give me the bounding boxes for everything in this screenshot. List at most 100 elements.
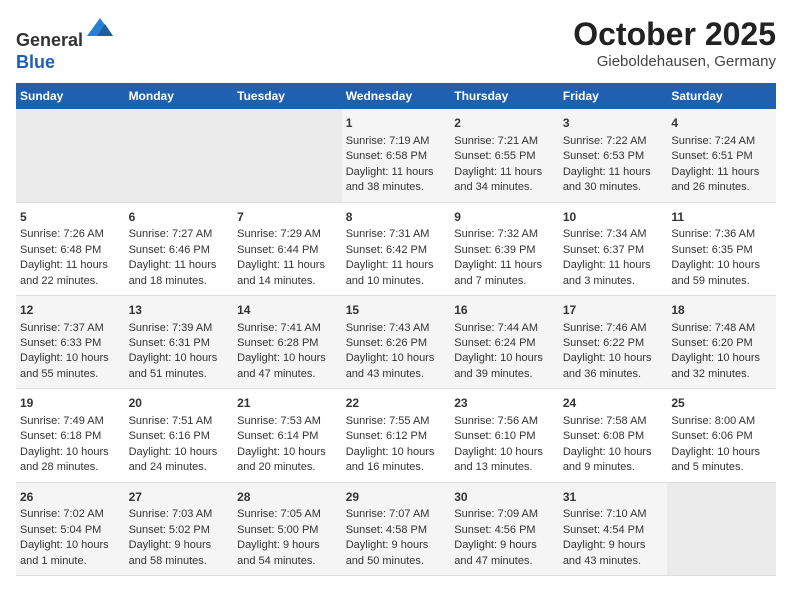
calendar-cell: 9 Sunrise: 7:32 AM Sunset: 6:39 PM Daylight… <box>450 202 559 295</box>
day-number: 30 <box>454 489 555 506</box>
daylight-text: Daylight: 10 hours and 24 minutes. <box>129 446 218 473</box>
sunrise-text: Sunrise: 7:26 AM <box>20 228 104 240</box>
sunrise-text: Sunrise: 7:43 AM <box>346 322 430 334</box>
calendar-cell: 30Sunrise: 7:09 AMSunset: 4:56 PMDayligh… <box>450 482 559 575</box>
sunrise-text: Sunrise: 7:24 AM <box>671 135 755 147</box>
calendar-cell: 7Sunrise: 7:29 AMSunset: 6:44 PMDaylight… <box>233 202 342 295</box>
daylight-text: Daylight: 10 hours and 32 minutes. <box>671 352 760 379</box>
day-number: 8 <box>346 209 447 226</box>
sunset-text: Sunset: 6:39 PM <box>454 244 535 256</box>
daylight-text: Daylight: 11 hours and 34 minutes. <box>454 166 542 193</box>
daylight-text: Daylight: 10 hours and 13 minutes. <box>454 446 543 473</box>
calendar-cell: 13Sunrise: 7:39 AMSunset: 6:31 PMDayligh… <box>125 295 234 388</box>
calendar-cell: 22Sunrise: 7:55 AMSunset: 6:12 PMDayligh… <box>342 389 451 482</box>
sunset-text: Sunset: 6:51 PM <box>671 150 752 162</box>
location: Gieboldehausen, Germany <box>573 53 776 70</box>
day-number: 17 <box>563 302 664 319</box>
calendar-cell: 1Sunrise: 7:19 AMSunset: 6:58 PMDaylight… <box>342 109 451 202</box>
calendar-week-row: 26Sunrise: 7:02 AMSunset: 5:04 PMDayligh… <box>16 482 776 575</box>
sunrise-text: Sunrise: 7:49 AM <box>20 415 104 427</box>
sunset-text: Sunset: 6:26 PM <box>346 337 427 349</box>
sunset-text: Sunset: 6:37 PM <box>563 244 644 256</box>
calendar-cell: 11Sunrise: 7:36 AMSunset: 6:35 PMDayligh… <box>667 202 776 295</box>
daylight-text: Daylight: 10 hours and 59 minutes. <box>671 259 760 286</box>
day-number: 2 <box>454 115 555 132</box>
sunrise-text: Sunrise: 7:32 AM <box>454 228 538 240</box>
sunset-text: Sunset: 6:12 PM <box>346 430 427 442</box>
calendar-table: SundayMondayTuesdayWednesdayThursdayFrid… <box>16 83 776 576</box>
daylight-text: Daylight: 11 hours and 7 minutes. <box>454 259 542 286</box>
sunrise-text: Sunrise: 7:21 AM <box>454 135 538 147</box>
sunrise-text: Sunrise: 7:34 AM <box>563 228 647 240</box>
daylight-text: Daylight: 11 hours and 14 minutes. <box>237 259 325 286</box>
daylight-text: Daylight: 9 hours and 54 minutes. <box>237 539 320 566</box>
logo-icon <box>85 16 115 46</box>
sunrise-text: Sunrise: 7:10 AM <box>563 508 647 520</box>
daylight-text: Daylight: 11 hours and 22 minutes. <box>20 259 108 286</box>
sunset-text: Sunset: 6:22 PM <box>563 337 644 349</box>
calendar-cell <box>125 109 234 202</box>
calendar-cell: 28Sunrise: 7:05 AMSunset: 5:00 PMDayligh… <box>233 482 342 575</box>
calendar-week-row: 19Sunrise: 7:49 AMSunset: 6:18 PMDayligh… <box>16 389 776 482</box>
calendar-cell: 26Sunrise: 7:02 AMSunset: 5:04 PMDayligh… <box>16 482 125 575</box>
daylight-text: Daylight: 11 hours and 26 minutes. <box>671 166 759 193</box>
sunrise-text: Sunrise: 8:00 AM <box>671 415 755 427</box>
calendar-cell: 17Sunrise: 7:46 AMSunset: 6:22 PMDayligh… <box>559 295 668 388</box>
weekday-header: Friday <box>559 83 668 109</box>
calendar-cell: 14Sunrise: 7:41 AMSunset: 6:28 PMDayligh… <box>233 295 342 388</box>
day-number: 6 <box>129 209 230 226</box>
day-number: 9 <box>454 209 555 226</box>
logo-general: General <box>16 30 83 50</box>
daylight-text: Daylight: 9 hours and 50 minutes. <box>346 539 429 566</box>
calendar-cell <box>16 109 125 202</box>
sunset-text: Sunset: 6:46 PM <box>129 244 210 256</box>
daylight-text: Daylight: 10 hours and 20 minutes. <box>237 446 326 473</box>
calendar-cell: 10Sunrise: 7:34 AMSunset: 6:37 PMDayligh… <box>559 202 668 295</box>
daylight-text: Daylight: 10 hours and 39 minutes. <box>454 352 543 379</box>
calendar-body: 1Sunrise: 7:19 AMSunset: 6:58 PMDaylight… <box>16 109 776 575</box>
day-number: 26 <box>20 489 121 506</box>
calendar-cell: 25Sunrise: 8:00 AMSunset: 6:06 PMDayligh… <box>667 389 776 482</box>
calendar-cell: 18Sunrise: 7:48 AMSunset: 6:20 PMDayligh… <box>667 295 776 388</box>
daylight-text: Daylight: 11 hours and 10 minutes. <box>346 259 434 286</box>
day-number: 27 <box>129 489 230 506</box>
calendar-week-row: 5Sunrise: 7:26 AMSunset: 6:48 PMDaylight… <box>16 202 776 295</box>
weekday-header: Sunday <box>16 83 125 109</box>
day-number: 28 <box>237 489 338 506</box>
calendar-cell: 3Sunrise: 7:22 AMSunset: 6:53 PMDaylight… <box>559 109 668 202</box>
calendar-cell: 5Sunrise: 7:26 AMSunset: 6:48 PMDaylight… <box>16 202 125 295</box>
sunset-text: Sunset: 6:58 PM <box>346 150 427 162</box>
sunset-text: Sunset: 6:10 PM <box>454 430 535 442</box>
sunset-text: Sunset: 4:56 PM <box>454 524 535 536</box>
sunset-text: Sunset: 6:44 PM <box>237 244 318 256</box>
sunrise-text: Sunrise: 7:02 AM <box>20 508 104 520</box>
sunrise-text: Sunrise: 7:44 AM <box>454 322 538 334</box>
sunrise-text: Sunrise: 7:03 AM <box>129 508 213 520</box>
sunset-text: Sunset: 6:28 PM <box>237 337 318 349</box>
day-number: 18 <box>671 302 772 319</box>
day-number: 4 <box>671 115 772 132</box>
daylight-text: Daylight: 10 hours and 55 minutes. <box>20 352 109 379</box>
calendar-cell: 4 Sunrise: 7:24 AM Sunset: 6:51 PM Daylight… <box>667 109 776 202</box>
page-header: General Blue October 2025 Gieboldehausen… <box>16 16 776 73</box>
daylight-text: Daylight: 11 hours and 3 minutes. <box>563 259 651 286</box>
day-number: 14 <box>237 302 338 319</box>
sunset-text: Sunset: 6:14 PM <box>237 430 318 442</box>
sunrise-text: Sunrise: 7:22 AM <box>563 135 647 147</box>
sunrise-text: Sunrise: 7:58 AM <box>563 415 647 427</box>
day-number: 12 <box>20 302 121 319</box>
daylight-text: Daylight: 10 hours and 5 minutes. <box>671 446 760 473</box>
weekday-header: Thursday <box>450 83 559 109</box>
calendar-cell: 15Sunrise: 7:43 AMSunset: 6:26 PMDayligh… <box>342 295 451 388</box>
sunrise-text: Sunrise: 7:56 AM <box>454 415 538 427</box>
sunrise-text: Sunrise: 7:09 AM <box>454 508 538 520</box>
sunrise-text: Sunrise: 7:27 AM <box>129 228 213 240</box>
day-number: 21 <box>237 395 338 412</box>
sunrise-text: Sunrise: 7:53 AM <box>237 415 321 427</box>
calendar-cell: 23Sunrise: 7:56 AMSunset: 6:10 PMDayligh… <box>450 389 559 482</box>
sunset-text: Sunset: 5:00 PM <box>237 524 318 536</box>
day-number: 11 <box>671 209 772 226</box>
calendar-cell: 24Sunrise: 7:58 AMSunset: 6:08 PMDayligh… <box>559 389 668 482</box>
sunrise-text: Sunrise: 7:41 AM <box>237 322 321 334</box>
sunset-text: Sunset: 6:16 PM <box>129 430 210 442</box>
